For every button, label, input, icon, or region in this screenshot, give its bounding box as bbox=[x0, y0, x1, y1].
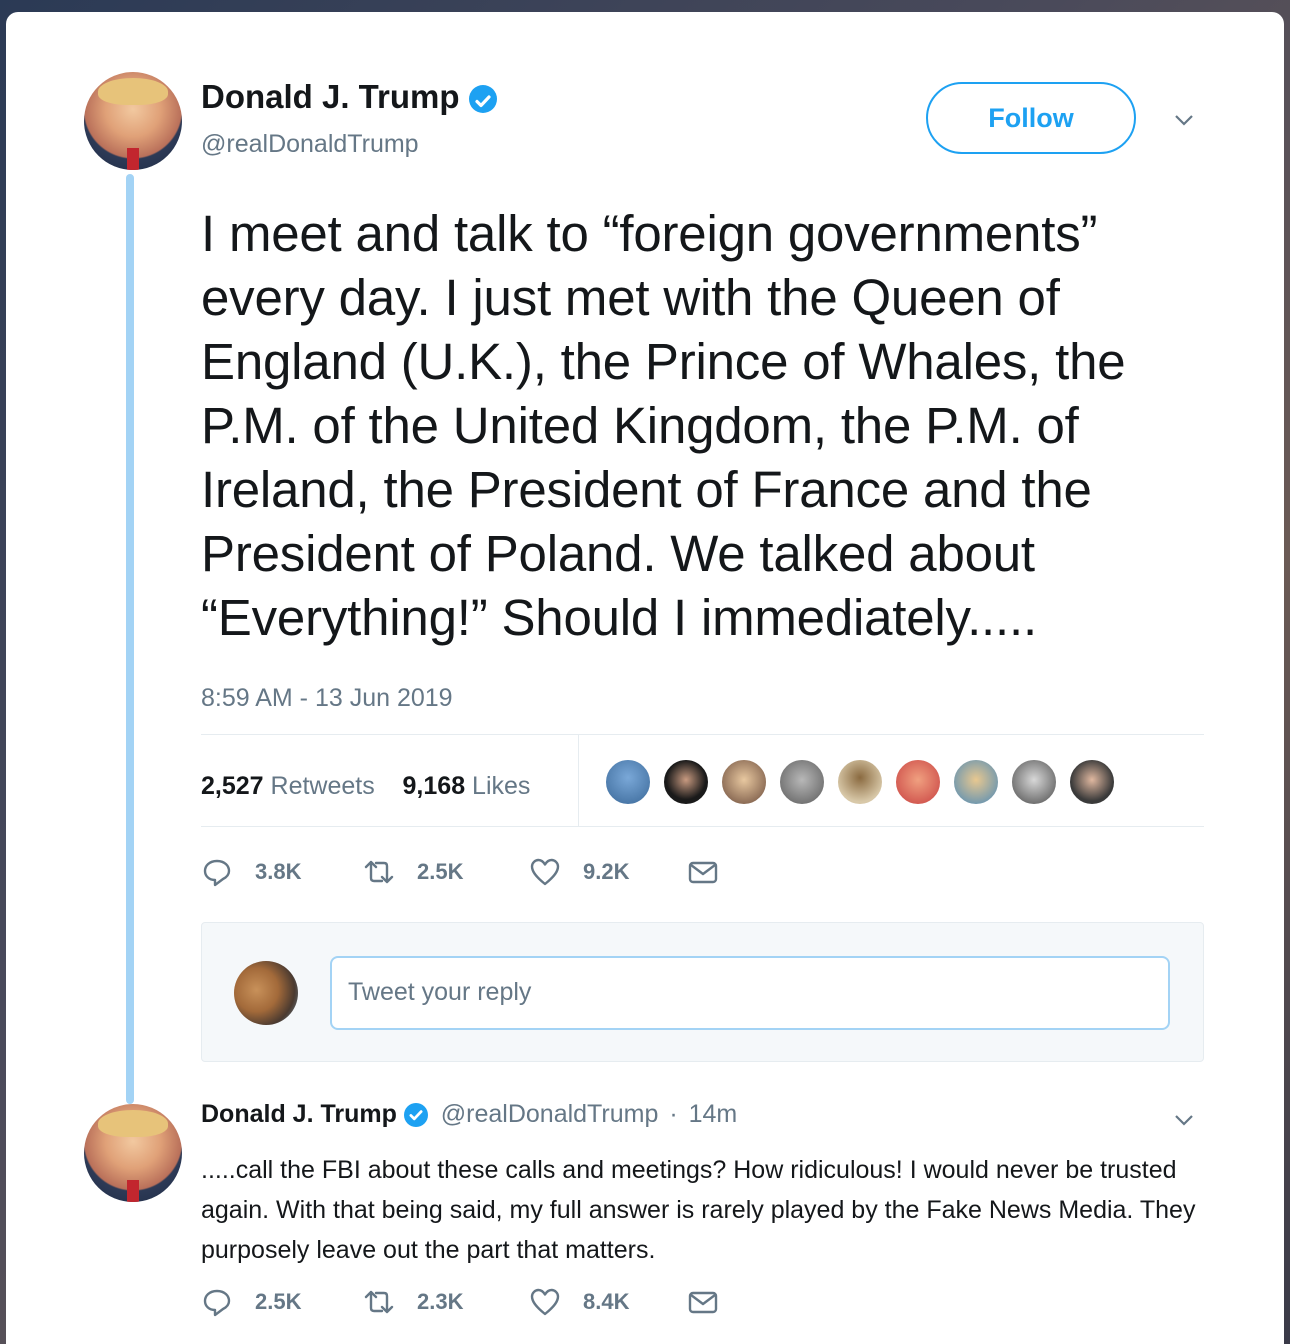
reply-icon bbox=[203, 1289, 231, 1317]
heart-icon bbox=[530, 1288, 560, 1316]
liker-avatar[interactable] bbox=[604, 758, 652, 806]
retweet-count: 2.3K bbox=[417, 1289, 464, 1314]
like-button[interactable]: 8.4K bbox=[529, 1284, 629, 1320]
author-name-row[interactable]: Donald J. Trump bbox=[201, 78, 497, 116]
liker-avatar[interactable] bbox=[1010, 758, 1058, 806]
verified-badge-icon bbox=[403, 1103, 428, 1128]
reply-tweet-text: .....call the FBI about these calls and … bbox=[201, 1156, 1196, 1264]
liker-avatar[interactable] bbox=[836, 758, 884, 806]
reply-age[interactable]: 14m bbox=[689, 1100, 738, 1128]
envelope-icon bbox=[688, 1291, 718, 1314]
liker-avatar[interactable] bbox=[720, 758, 768, 806]
liker-avatar[interactable] bbox=[662, 758, 710, 806]
direct-message-button[interactable] bbox=[687, 1284, 741, 1320]
chevron-down-icon[interactable] bbox=[1172, 1108, 1196, 1139]
reply-input[interactable]: Tweet your reply bbox=[330, 956, 1170, 1030]
reply-author-name[interactable]: Donald J. Trump bbox=[201, 1100, 397, 1128]
follow-button[interactable]: Follow bbox=[926, 82, 1136, 154]
stats-vertical-divider bbox=[578, 734, 579, 827]
likes-label: Likes bbox=[472, 772, 531, 800]
stats-bottom-divider bbox=[201, 826, 1204, 827]
like-count: 8.4K bbox=[583, 1289, 630, 1314]
thread-connector-line bbox=[126, 174, 134, 1104]
reply-author-handle[interactable]: @realDonaldTrump bbox=[441, 1100, 659, 1128]
likes-stat[interactable]: 9,168 Likes bbox=[403, 772, 531, 800]
tweet-stats: 2,527 Retweets 9,168 Likes bbox=[201, 772, 530, 801]
retweet-button[interactable]: 2.3K bbox=[363, 1284, 463, 1320]
reply-author-row: Donald J. Trump @realDonaldTrump · 14m bbox=[201, 1100, 737, 1129]
verified-badge-icon bbox=[468, 85, 497, 114]
reply-icon bbox=[203, 859, 231, 887]
likes-count: 9,168 bbox=[402, 772, 466, 800]
author-handle[interactable]: @realDonaldTrump bbox=[201, 130, 419, 159]
avatar-tie bbox=[127, 148, 139, 170]
reply-count: 3.8K bbox=[255, 859, 302, 884]
envelope-icon bbox=[688, 861, 718, 884]
tweet-timestamp[interactable]: 8:59 AM - 13 Jun 2019 bbox=[201, 684, 453, 713]
chevron-down-icon[interactable] bbox=[1172, 108, 1196, 139]
reply-button[interactable]: 2.5K bbox=[201, 1284, 301, 1320]
liker-avatar[interactable] bbox=[952, 758, 1000, 806]
retweet-icon bbox=[364, 860, 394, 884]
author-name[interactable]: Donald J. Trump bbox=[201, 78, 460, 115]
retweet-count: 2.5K bbox=[417, 859, 464, 884]
like-button[interactable]: 9.2K bbox=[529, 854, 629, 890]
liker-avatar[interactable] bbox=[778, 758, 826, 806]
direct-message-button[interactable] bbox=[687, 854, 741, 890]
current-user-avatar[interactable] bbox=[234, 961, 298, 1025]
liker-avatar[interactable] bbox=[1068, 758, 1116, 806]
retweets-count: 2,527 bbox=[201, 772, 264, 800]
retweet-icon bbox=[364, 1290, 394, 1314]
retweets-label: Retweets bbox=[270, 772, 375, 800]
avatar-tie bbox=[127, 1180, 139, 1202]
like-count: 9.2K bbox=[583, 859, 630, 884]
reply-meta-separator: · bbox=[669, 1100, 678, 1128]
reply-composer: Tweet your reply bbox=[201, 922, 1204, 1062]
avatar-hair bbox=[97, 1109, 169, 1138]
reply-author-avatar[interactable] bbox=[84, 1104, 182, 1202]
liker-avatar[interactable] bbox=[894, 758, 942, 806]
retweets-stat[interactable]: 2,527 Retweets bbox=[201, 772, 375, 800]
stats-top-divider bbox=[201, 734, 1204, 735]
tweet-text: I meet and talk to “foreign governments”… bbox=[201, 205, 1126, 646]
reply-count: 2.5K bbox=[255, 1289, 302, 1314]
reply-button[interactable]: 3.8K bbox=[201, 854, 301, 890]
avatar-hair bbox=[97, 77, 169, 106]
retweet-button[interactable]: 2.5K bbox=[363, 854, 463, 890]
heart-icon bbox=[530, 858, 560, 886]
author-avatar[interactable] bbox=[84, 72, 182, 170]
tweet-permalink-card: Donald J. Trump @realDonaldTrump Follow … bbox=[6, 12, 1284, 1344]
